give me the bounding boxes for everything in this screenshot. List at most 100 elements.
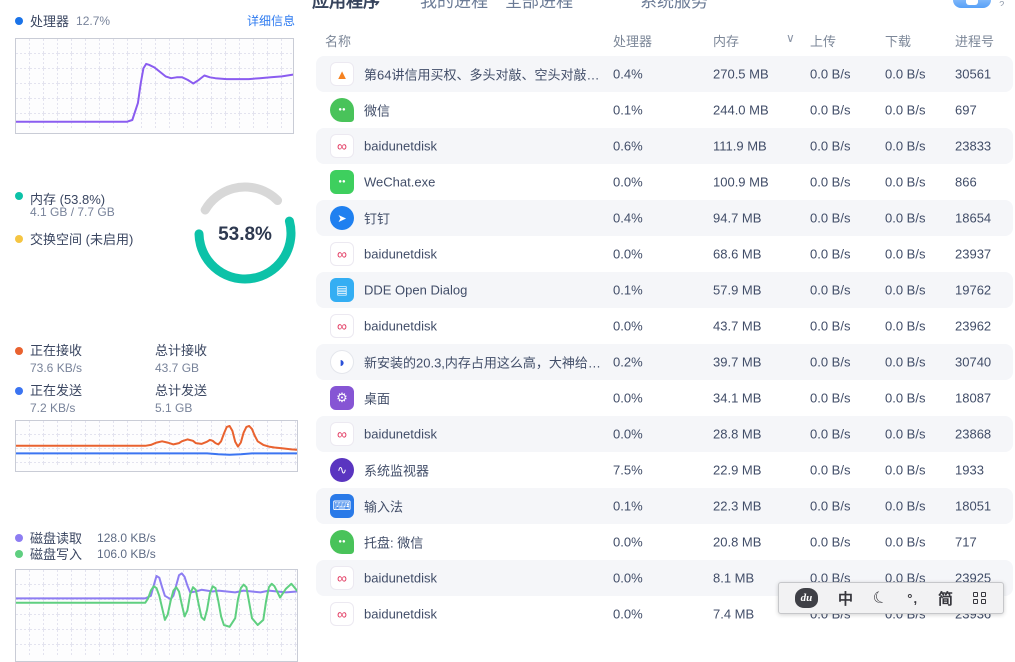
process-cpu: 0.0%: [613, 174, 643, 190]
process-cpu: 0.6%: [613, 138, 643, 154]
sort-chevron-down-icon[interactable]: ∨: [786, 31, 795, 45]
browser-icon: ◗: [330, 350, 354, 374]
process-upload: 0.0 B/s: [810, 318, 851, 334]
process-upload: 0.0 B/s: [810, 138, 851, 154]
process-upload: 0.0 B/s: [810, 174, 851, 190]
process-row[interactable]: ◗ 新安装的20.3,内存占用这么高，大神给看... 0.2% 39.7 MB 0.0 …: [316, 344, 1013, 380]
process-row[interactable]: ∞ baidunetdisk 0.0% 28.8 MB 0.0 B/s 0.0 B/s 23…: [316, 416, 1013, 452]
process-pid: 23833: [955, 138, 992, 154]
process-row[interactable]: ⌨ 输入法 0.1% 22.3 MB 0.0 B/s 0.0 B/s 18051: [316, 488, 1013, 524]
process-pid: 697: [955, 102, 977, 118]
process-pid: 30740: [955, 354, 992, 370]
top-tab-2[interactable]: 全部进程: [505, 0, 573, 10]
ime-toolbar: du 中 ☾ °, 简: [778, 582, 1004, 614]
simplified-chinese-icon[interactable]: 简: [938, 588, 953, 609]
memory-detail: 4.1 GB / 7.7 GB: [30, 205, 115, 219]
process-name: baidunetdisk: [364, 570, 437, 586]
process-memory: 39.7 MB: [713, 354, 762, 370]
process-memory: 111.9 MB: [713, 138, 767, 154]
process-pid: 18051: [955, 498, 992, 514]
process-cpu: 0.0%: [613, 318, 643, 334]
process-upload: 0.0 B/s: [810, 282, 851, 298]
process-row[interactable]: ∿ 系统监视器 7.5% 22.9 MB 0.0 B/s 0.0 B/s 1933: [316, 452, 1013, 488]
vlc-icon: ▲: [330, 62, 354, 86]
memory-percent-text: 53.8%: [218, 224, 272, 245]
process-upload: 0.0 B/s: [810, 354, 851, 370]
process-download: 0.0 B/s: [885, 354, 926, 370]
process-memory: 43.7 MB: [713, 318, 762, 334]
punctuation-mode-icon[interactable]: °,: [907, 591, 918, 606]
process-pid: 717: [955, 534, 977, 550]
process-row[interactable]: ●● 托盘: 微信 0.0% 20.8 MB 0.0 B/s 0.0 B/s 717: [316, 524, 1013, 560]
process-name: 第64讲信用买权、多头对敲、空头对敲、...: [364, 67, 609, 83]
disk-read-legend-dot: [15, 533, 23, 542]
process-row[interactable]: ∞ baidunetdisk 0.0% 68.6 MB 0.0 B/s 0.0 B/s 23…: [316, 236, 1013, 272]
top-tab-1[interactable]: 我的进程: [420, 0, 488, 10]
top-tab-0[interactable]: 应用程序: [312, 0, 380, 10]
process-cpu: 7.5%: [613, 462, 643, 478]
network-recv-block: 正在接收 73.6 KB/s: [15, 343, 82, 376]
chinese-mode-icon[interactable]: 中: [838, 588, 853, 609]
top-tab-3[interactable]: 系统服务: [640, 0, 708, 10]
process-memory: 28.8 MB: [713, 426, 762, 442]
input-method-icon: ⌨: [330, 494, 354, 518]
process-download: 0.0 B/s: [885, 498, 926, 514]
ime-panel-grid-icon[interactable]: [973, 592, 987, 604]
process-download: 0.0 B/s: [885, 282, 926, 298]
baidunetdisk-icon: ∞: [330, 602, 354, 626]
column-header-pid[interactable]: 进程号: [955, 31, 994, 50]
process-row[interactable]: ▤ DDE Open Dialog 0.1% 57.9 MB 0.0 B/s 0.0 B/…: [316, 272, 1013, 308]
process-table-body: ▲ 第64讲信用买权、多头对敲、空头对敲、... 0.4% 270.5 MB 0.0 B…: [316, 56, 1013, 632]
send-legend-dot: [15, 387, 23, 395]
baidunetdisk-icon: ∞: [330, 566, 354, 590]
column-header-upload[interactable]: 上传: [810, 31, 836, 50]
recv-legend-dot: [15, 347, 23, 355]
process-name: baidunetdisk: [364, 138, 437, 154]
recv-total-label: 总计接收: [155, 343, 208, 358]
wechat-icon: ●●: [330, 98, 354, 122]
process-download: 0.0 B/s: [885, 102, 926, 118]
column-header-cpu[interactable]: 处理器: [613, 31, 652, 50]
memory-donut-chart: 53.8%: [194, 182, 296, 284]
process-row[interactable]: ⚙ 桌面 0.0% 34.1 MB 0.0 B/s 0.0 B/s 18087: [316, 380, 1013, 416]
process-name: 钉钉: [364, 211, 391, 227]
process-row[interactable]: ●● WeChat.exe 0.0% 100.9 MB 0.0 B/s 0.0 B/s 86…: [316, 164, 1013, 200]
desktop-icon: ⚙: [330, 386, 354, 410]
process-upload: 0.0 B/s: [810, 498, 851, 514]
process-cpu: 0.0%: [613, 534, 643, 550]
process-memory: 68.6 MB: [713, 246, 762, 262]
process-row[interactable]: ▲ 第64讲信用买权、多头对敲、空头对敲、... 0.4% 270.5 MB 0.0 B…: [316, 56, 1013, 92]
night-mode-moon-icon[interactable]: ☾: [870, 586, 890, 610]
cpu-history-chart: [15, 38, 294, 134]
recv-value: 73.6 KB/s: [30, 361, 83, 375]
process-upload: 0.0 B/s: [810, 66, 851, 82]
process-download: 0.0 B/s: [885, 66, 926, 82]
baidu-ime-logo-icon[interactable]: du: [794, 588, 818, 608]
process-row[interactable]: ∞ baidunetdisk 0.0% 43.7 MB 0.0 B/s 0.0 B/s 23…: [316, 308, 1013, 344]
column-header-download[interactable]: 下载: [885, 31, 911, 50]
wechat-exe-icon: ●●: [330, 170, 354, 194]
top-corner-mark: 2: [999, 0, 1005, 6]
process-row[interactable]: ➤ 钉钉 0.4% 94.7 MB 0.0 B/s 0.0 B/s 18654: [316, 200, 1013, 236]
process-memory: 244.0 MB: [713, 102, 769, 118]
column-header-name[interactable]: 名称: [325, 31, 351, 50]
process-upload: 0.0 B/s: [810, 246, 851, 262]
process-memory: 57.9 MB: [713, 282, 762, 298]
column-header-memory[interactable]: 内存: [713, 31, 739, 50]
process-pid: 19762: [955, 282, 992, 298]
process-name: 输入法: [364, 499, 404, 515]
process-cpu: 0.4%: [613, 66, 643, 82]
baidunetdisk-icon: ∞: [330, 242, 354, 266]
baidunetdisk-icon: ∞: [330, 422, 354, 446]
process-download: 0.0 B/s: [885, 138, 926, 154]
process-name: 托盘: 微信: [364, 535, 424, 551]
process-name: baidunetdisk: [364, 246, 437, 262]
process-download: 0.0 B/s: [885, 246, 926, 262]
process-row[interactable]: ∞ baidunetdisk 0.6% 111.9 MB 0.0 B/s 0.0 B/s 2…: [316, 128, 1013, 164]
process-row[interactable]: ●● 微信 0.1% 244.0 MB 0.0 B/s 0.0 B/s 697: [316, 92, 1013, 128]
process-pid: 23868: [955, 426, 992, 442]
top-action-button-fragment[interactable]: [953, 0, 991, 8]
process-name: 新安装的20.3,内存占用这么高，大神给看...: [364, 355, 609, 371]
process-pid: 866: [955, 174, 977, 190]
process-cpu: 0.0%: [613, 570, 643, 586]
